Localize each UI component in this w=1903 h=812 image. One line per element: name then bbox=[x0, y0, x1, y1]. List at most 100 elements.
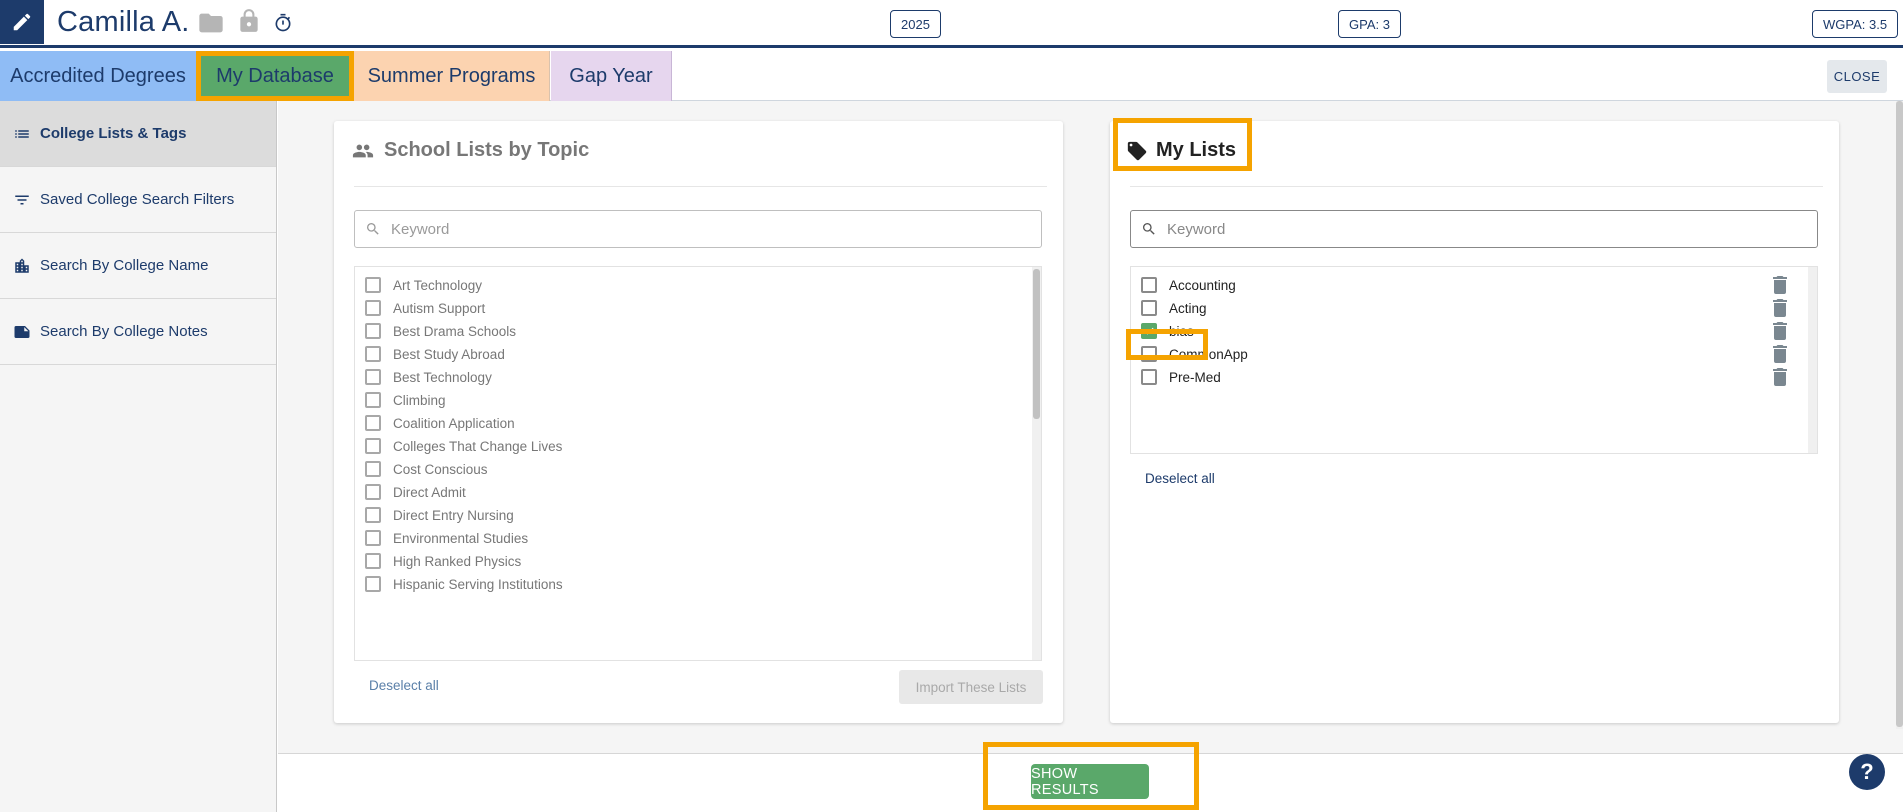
list-item[interactable]: bias bbox=[1141, 320, 1194, 342]
topic-list-scrollbar[interactable] bbox=[1032, 267, 1041, 660]
sidebar-item-saved-filters[interactable]: Saved College Search Filters bbox=[0, 167, 276, 233]
list-item[interactable]: Best Drama Schools bbox=[365, 320, 516, 342]
import-lists-button[interactable]: Import These Lists bbox=[899, 670, 1043, 704]
student-name: Camilla A. bbox=[57, 6, 190, 38]
folder-icon bbox=[199, 13, 223, 33]
trash-icon bbox=[1773, 322, 1787, 340]
sidebar-item-label: College Lists & Tags bbox=[40, 125, 187, 142]
lock-icon bbox=[240, 9, 258, 32]
list-item[interactable]: Direct Admit bbox=[365, 481, 466, 503]
checkbox[interactable] bbox=[365, 415, 381, 431]
building-icon bbox=[12, 256, 32, 276]
topic-deselect-all-link[interactable]: Deselect all bbox=[369, 678, 439, 693]
checkbox[interactable] bbox=[365, 484, 381, 500]
trash-icon bbox=[1773, 276, 1787, 294]
list-item[interactable]: Autism Support bbox=[365, 297, 485, 319]
checkbox[interactable] bbox=[365, 553, 381, 569]
edit-button[interactable] bbox=[0, 0, 44, 44]
trash-icon bbox=[1773, 299, 1787, 317]
list-item[interactable]: CommonApp bbox=[1141, 343, 1248, 365]
gpa-badge: GPA: 3 bbox=[1338, 10, 1401, 38]
list-item[interactable]: Climbing bbox=[365, 389, 446, 411]
sidebar-item-search-by-notes[interactable]: Search By College Notes bbox=[0, 299, 276, 365]
sidebar: College Lists & Tags Saved College Searc… bbox=[0, 101, 277, 812]
topic-list: Art Technology Autism Support Best Drama… bbox=[354, 266, 1042, 661]
list-item[interactable]: Direct Entry Nursing bbox=[365, 504, 514, 526]
list-item[interactable]: Art Technology bbox=[365, 274, 482, 296]
group-icon bbox=[350, 140, 376, 162]
tab-gap-year[interactable]: Gap Year bbox=[551, 51, 672, 101]
main-scrollbar-thumb[interactable] bbox=[1896, 101, 1903, 727]
list-item[interactable]: Colleges That Change Lives bbox=[365, 435, 562, 457]
my-lists-list: Accounting Acting bias CommonApp Pre-Med bbox=[1130, 266, 1818, 454]
delete-list-button[interactable] bbox=[1773, 368, 1787, 386]
topic-lists-title: School Lists by Topic bbox=[350, 139, 589, 162]
grad-year-badge: 2025 bbox=[890, 10, 941, 38]
checkbox[interactable] bbox=[365, 300, 381, 316]
checkbox[interactable] bbox=[365, 277, 381, 293]
lock-button[interactable] bbox=[236, 6, 262, 36]
topic-search-input[interactable] bbox=[391, 220, 991, 238]
list-item[interactable]: Pre-Med bbox=[1141, 366, 1221, 388]
list-item[interactable]: Hispanic Serving Institutions bbox=[365, 573, 563, 595]
list-item[interactable]: High Ranked Physics bbox=[365, 550, 521, 572]
checkbox[interactable] bbox=[1141, 369, 1157, 385]
search-icon bbox=[1141, 221, 1157, 237]
checkbox[interactable] bbox=[365, 323, 381, 339]
checkbox[interactable] bbox=[365, 576, 381, 592]
checkbox[interactable] bbox=[365, 438, 381, 454]
tab-summer-programs[interactable]: Summer Programs bbox=[354, 51, 550, 101]
sidebar-item-search-by-name[interactable]: Search By College Name bbox=[0, 233, 276, 299]
checkbox[interactable] bbox=[1141, 346, 1157, 362]
sidebar-item-college-lists[interactable]: College Lists & Tags bbox=[0, 101, 276, 167]
my-lists-card: My Lists Accounting Acting bias CommonAp… bbox=[1110, 121, 1839, 723]
my-lists-deselect-all-link[interactable]: Deselect all bbox=[1145, 471, 1215, 486]
list-item[interactable]: Acting bbox=[1141, 297, 1207, 319]
pencil-icon bbox=[13, 13, 31, 31]
my-lists-scrollbar[interactable] bbox=[1808, 267, 1817, 453]
list-icon bbox=[12, 124, 32, 144]
list-item[interactable]: Best Study Abroad bbox=[365, 343, 505, 365]
checkbox-checked[interactable] bbox=[1141, 323, 1157, 339]
note-icon bbox=[12, 322, 32, 342]
list-item[interactable]: Cost Conscious bbox=[365, 458, 488, 480]
list-item[interactable]: Best Technology bbox=[365, 366, 492, 388]
checkbox[interactable] bbox=[1141, 300, 1157, 316]
tab-my-database[interactable]: My Database bbox=[196, 51, 354, 101]
checkbox[interactable] bbox=[365, 346, 381, 362]
checkbox[interactable] bbox=[365, 392, 381, 408]
checkbox[interactable] bbox=[1141, 277, 1157, 293]
delete-list-button[interactable] bbox=[1773, 345, 1787, 363]
help-button[interactable]: ? bbox=[1849, 754, 1885, 790]
my-lists-search-input[interactable] bbox=[1167, 220, 1767, 238]
my-lists-search-box bbox=[1130, 210, 1818, 248]
list-item[interactable]: Coalition Application bbox=[365, 412, 515, 434]
database-tabs: Accredited Degrees My Database Summer Pr… bbox=[0, 51, 1903, 101]
list-item[interactable]: Environmental Studies bbox=[365, 527, 528, 549]
main-scrollbar[interactable] bbox=[1896, 101, 1903, 729]
sidebar-item-label: Search By College Notes bbox=[40, 323, 208, 340]
delete-list-button[interactable] bbox=[1773, 299, 1787, 317]
checkbox[interactable] bbox=[365, 507, 381, 523]
show-results-button[interactable]: SHOW RESULTS bbox=[1031, 764, 1149, 799]
timer-button[interactable] bbox=[273, 12, 293, 34]
trash-icon bbox=[1773, 345, 1787, 363]
sidebar-item-label: Saved College Search Filters bbox=[40, 191, 235, 208]
list-item[interactable]: Accounting bbox=[1141, 274, 1236, 296]
tag-icon bbox=[1126, 140, 1148, 162]
checkbox[interactable] bbox=[365, 461, 381, 477]
divider bbox=[1130, 186, 1823, 187]
topic-list-scrollbar-thumb[interactable] bbox=[1033, 269, 1040, 419]
tab-accredited-degrees[interactable]: Accredited Degrees bbox=[0, 51, 196, 101]
divider bbox=[354, 186, 1047, 187]
checkbox[interactable] bbox=[365, 369, 381, 385]
filter-icon bbox=[12, 190, 32, 210]
close-button[interactable]: CLOSE bbox=[1827, 60, 1887, 93]
check-icon bbox=[1144, 327, 1154, 335]
delete-list-button[interactable] bbox=[1773, 276, 1787, 294]
checkbox[interactable] bbox=[365, 530, 381, 546]
delete-list-button[interactable] bbox=[1773, 322, 1787, 340]
search-icon bbox=[365, 221, 381, 237]
sidebar-item-label: Search By College Name bbox=[40, 257, 209, 274]
folder-button[interactable] bbox=[195, 9, 227, 37]
